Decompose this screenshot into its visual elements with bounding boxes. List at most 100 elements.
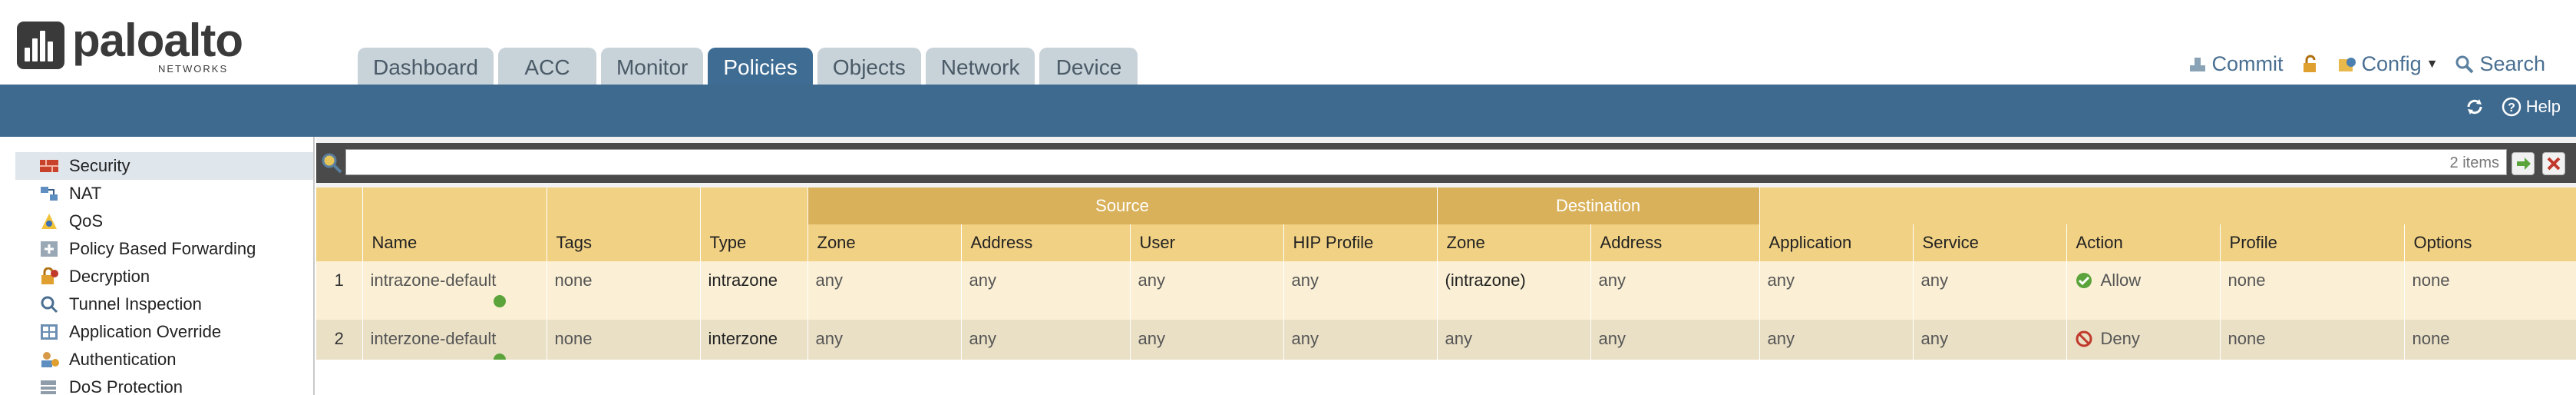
qos-icon xyxy=(41,214,57,229)
main-tabs: Dashboard ACC Monitor Policies Objects N… xyxy=(358,48,1138,85)
logo-mark-icon xyxy=(17,22,64,69)
sidebar-item-authentication[interactable]: Authentication xyxy=(15,346,313,373)
source-group-header: Source xyxy=(807,188,1438,224)
search-button[interactable]: Search xyxy=(2455,52,2545,76)
pbf-icon xyxy=(41,241,58,257)
help-button[interactable]: ? Help xyxy=(2502,97,2561,117)
search-label: Search xyxy=(2479,52,2545,75)
col-name[interactable]: Name xyxy=(362,224,547,261)
table-row[interactable]: 1 intrazone-default none intrazone any a… xyxy=(316,261,2576,320)
col-service[interactable]: Service xyxy=(1913,224,2067,261)
col-source-zone[interactable]: Zone xyxy=(807,224,962,261)
rule-name-cell[interactable]: intrazone-default xyxy=(362,261,547,320)
authentication-icon xyxy=(41,352,59,367)
decryption-icon xyxy=(41,267,58,284)
tab-device[interactable]: Device xyxy=(1039,48,1138,85)
col-source-address[interactable]: Address xyxy=(961,224,1131,261)
filter-input[interactable] xyxy=(345,149,2507,175)
rule-name[interactable]: intrazone-default xyxy=(371,271,497,290)
security-rules-table: Source Destination Name Tags Type Zone A… xyxy=(316,188,2576,378)
items-count: 2 items xyxy=(2449,154,2499,171)
firewall-icon xyxy=(40,160,58,172)
tunnel-icon xyxy=(41,296,58,314)
refresh-button[interactable] xyxy=(2465,97,2485,117)
rule-name[interactable]: interzone-default xyxy=(371,329,497,348)
tab-network[interactable]: Network xyxy=(925,48,1035,85)
close-icon xyxy=(2547,157,2561,171)
tags-cell: none xyxy=(547,261,701,320)
source-hip-cell: any xyxy=(1283,261,1438,320)
commit-label: Commit xyxy=(2211,52,2284,75)
tab-monitor[interactable]: Monitor xyxy=(600,48,704,85)
col-application[interactable]: Application xyxy=(1759,224,1914,261)
allow-check-icon xyxy=(2076,273,2092,288)
col-type[interactable]: Type xyxy=(700,224,808,261)
source-zone-cell: any xyxy=(807,261,962,320)
sidebar-item-label: Policy Based Forwarding xyxy=(69,239,256,258)
sidebar-item-application-override[interactable]: Application Override xyxy=(15,318,313,346)
sidebar-item-label: Authentication xyxy=(69,350,177,369)
tab-dashboard[interactable]: Dashboard xyxy=(358,48,494,85)
group-header-row: Source Destination xyxy=(316,188,2576,224)
action-label: Deny xyxy=(2100,329,2140,348)
col-destination-address[interactable]: Address xyxy=(1590,224,1760,261)
col-options[interactable]: Options xyxy=(2404,224,2576,261)
sidebar-item-label: NAT xyxy=(69,184,102,203)
sidebar-item-label: DoS Protection xyxy=(69,377,183,395)
chevron-down-icon: ▼ xyxy=(2426,57,2439,71)
top-actions: Commit Config ▼ Search xyxy=(2188,52,2545,76)
brand-name: paloalto xyxy=(72,15,243,66)
col-profile[interactable]: Profile xyxy=(2220,224,2405,261)
dos-icon xyxy=(41,380,56,394)
tab-objects[interactable]: Objects xyxy=(817,48,921,85)
apply-filter-button[interactable] xyxy=(2512,152,2535,175)
lock-button[interactable] xyxy=(2300,55,2320,75)
sidebar-item-security[interactable]: Security xyxy=(15,152,313,180)
col-destination-zone[interactable]: Zone xyxy=(1437,224,1591,261)
toolbar-band: ? Help xyxy=(0,85,2576,137)
col-action[interactable]: Action xyxy=(2066,224,2221,261)
tab-acc[interactable]: ACC xyxy=(497,48,596,85)
default-rule-icon xyxy=(493,295,506,307)
service-cell: any xyxy=(1913,261,2067,320)
app-header: paloalto NETWORKS Dashboard ACC Monitor … xyxy=(0,0,2576,85)
table-empty-area xyxy=(316,360,2576,395)
policies-sidebar: Security NAT QoS Policy Based Forwarding… xyxy=(15,137,315,395)
col-source-hip-profile[interactable]: HIP Profile xyxy=(1283,224,1438,261)
destination-address-cell: any xyxy=(1590,261,1760,320)
deny-icon xyxy=(2076,330,2092,347)
config-icon xyxy=(2338,57,2356,71)
options-cell: none xyxy=(2404,261,2576,320)
sidebar-item-decryption[interactable]: Decryption xyxy=(15,263,313,290)
nat-icon xyxy=(41,187,58,201)
source-address-cell: any xyxy=(961,261,1131,320)
action-cell: Allow xyxy=(2066,261,2221,320)
rules-panel: 2 items Source Destination Name Tags Typ… xyxy=(316,137,2576,395)
sidebar-item-tunnel-inspection[interactable]: Tunnel Inspection xyxy=(15,290,313,318)
help-label: Help xyxy=(2525,97,2561,116)
destination-zone-cell: (intrazone) xyxy=(1437,261,1591,320)
sidebar-item-label: QoS xyxy=(69,211,104,231)
action-label: Allow xyxy=(2100,271,2142,290)
sidebar-item-label: Tunnel Inspection xyxy=(69,294,202,314)
filter-search-icon xyxy=(322,153,342,174)
commit-button[interactable]: Commit xyxy=(2188,52,2284,76)
tab-policies[interactable]: Policies xyxy=(708,48,813,85)
band-actions: ? Help xyxy=(2465,97,2561,117)
app-override-icon xyxy=(41,324,58,340)
config-menu[interactable]: Config ▼ xyxy=(2337,52,2439,76)
type-cell: intrazone xyxy=(700,261,808,320)
commit-icon xyxy=(2189,57,2205,71)
sidebar-item-dos-protection[interactable]: DoS Protection xyxy=(15,373,313,395)
sidebar-item-qos[interactable]: QoS xyxy=(15,207,313,235)
sidebar-item-label: Security xyxy=(69,156,130,175)
sidebar-item-policy-based-forwarding[interactable]: Policy Based Forwarding xyxy=(15,235,313,263)
col-source-user[interactable]: User xyxy=(1130,224,1284,261)
brand-sub: NETWORKS xyxy=(158,63,229,75)
paloalto-logo: paloalto NETWORKS xyxy=(17,15,270,78)
col-tags[interactable]: Tags xyxy=(547,224,701,261)
clear-filter-button[interactable] xyxy=(2542,152,2565,175)
col-number xyxy=(316,224,363,261)
lock-icon xyxy=(2303,55,2316,72)
sidebar-item-nat[interactable]: NAT xyxy=(15,180,313,207)
